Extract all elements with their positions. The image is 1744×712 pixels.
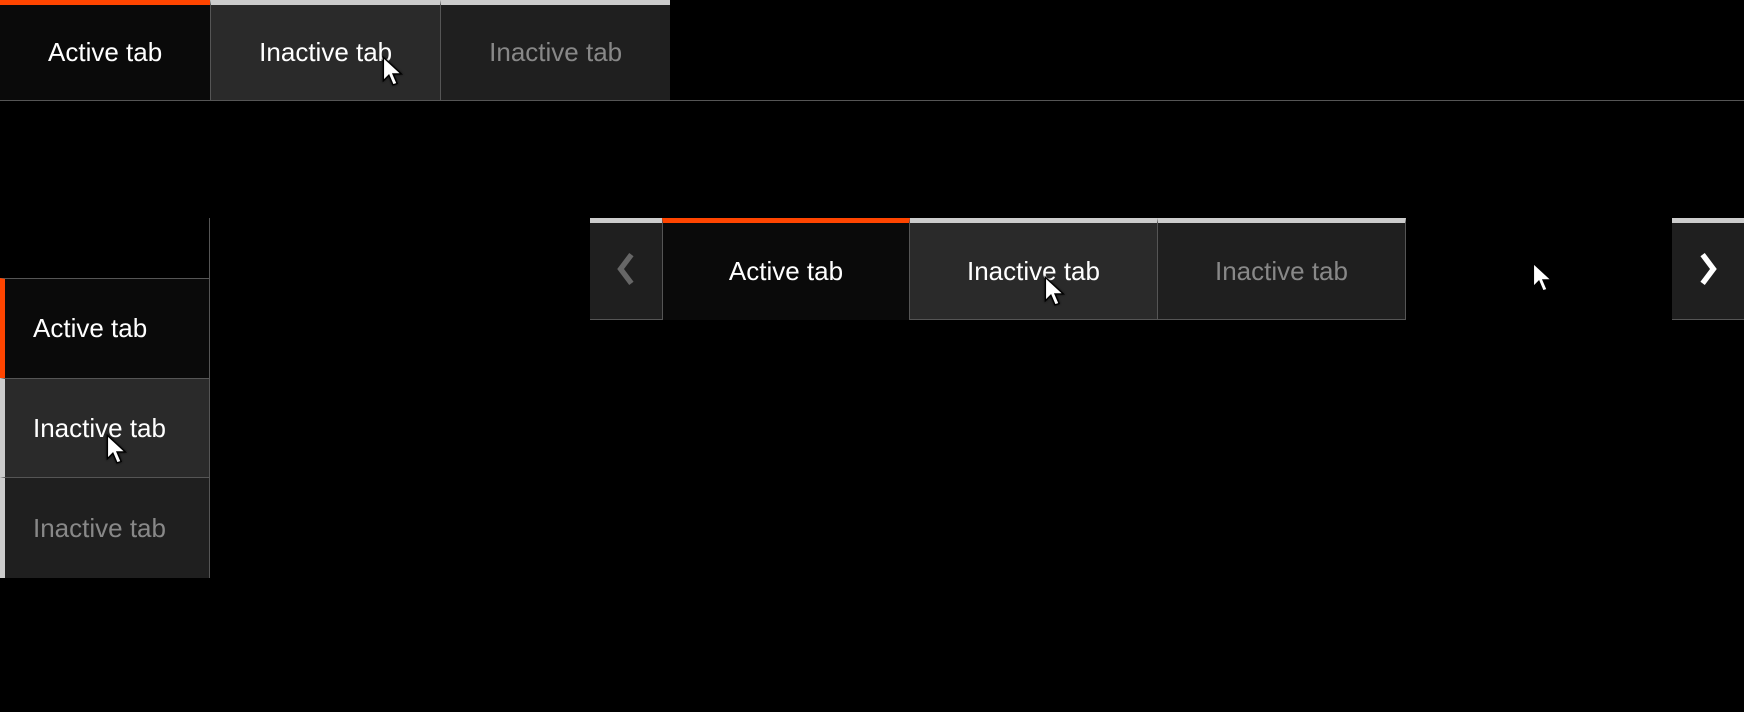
tab-vertical-1[interactable]: Inactive tab xyxy=(0,378,209,478)
tab-label: Inactive tab xyxy=(33,413,166,444)
tab-label: Active tab xyxy=(729,256,843,287)
tab-label: Inactive tab xyxy=(967,256,1100,287)
tab-horizontal-1[interactable]: Inactive tab xyxy=(210,0,441,100)
tab-scroll-left-button[interactable] xyxy=(590,218,662,320)
tab-scroll-1[interactable]: Inactive tab xyxy=(910,218,1158,320)
scrollable-tab-track: Active tab Inactive tab Inactive tab xyxy=(662,218,1672,320)
tab-label: Inactive tab xyxy=(259,37,392,68)
tab-horizontal-2[interactable]: Inactive tab xyxy=(441,0,670,100)
tab-horizontal-0[interactable]: Active tab xyxy=(0,0,210,100)
chevron-left-icon xyxy=(615,251,637,292)
tab-scroll-2[interactable]: Inactive tab xyxy=(1158,218,1406,320)
tab-vertical-2[interactable]: Inactive tab xyxy=(0,478,209,578)
tab-vertical-0[interactable]: Active tab xyxy=(0,278,209,378)
tab-scroll-right-button[interactable] xyxy=(1672,218,1744,320)
vertical-tab-spacer xyxy=(0,218,209,278)
scrollable-tab-bar: Active tab Inactive tab Inactive tab xyxy=(590,218,1744,320)
tab-label: Inactive tab xyxy=(1215,256,1348,287)
tab-label: Active tab xyxy=(33,313,147,344)
tab-scroll-0[interactable]: Active tab xyxy=(662,218,910,320)
horizontal-tab-bar: Active tab Inactive tab Inactive tab xyxy=(0,0,1744,101)
vertical-tab-bar: Active tab Inactive tab Inactive tab xyxy=(0,218,210,578)
tab-label: Inactive tab xyxy=(33,513,166,544)
tab-label: Active tab xyxy=(48,37,162,68)
tab-label: Inactive tab xyxy=(489,37,622,68)
chevron-right-icon xyxy=(1697,251,1719,292)
